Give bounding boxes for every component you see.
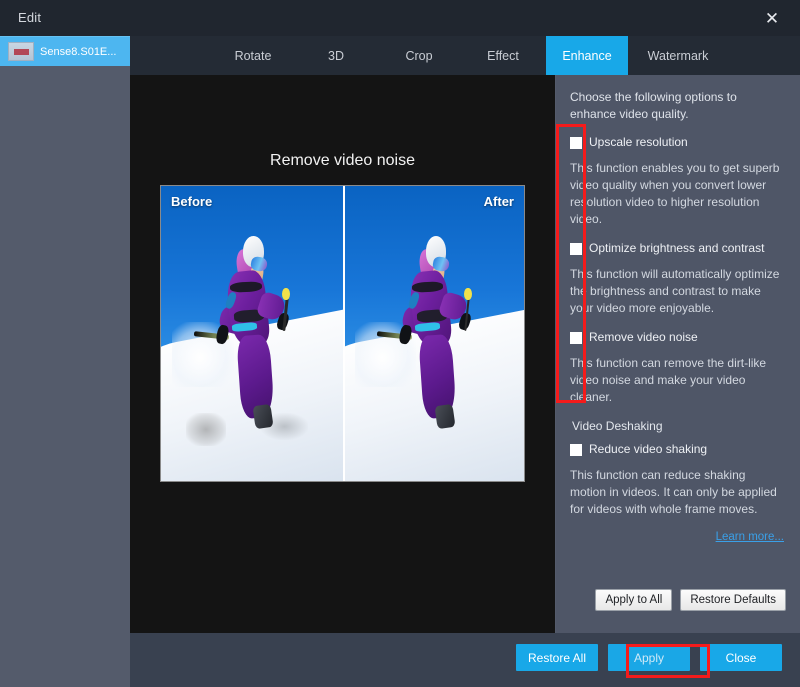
window-title: Edit: [18, 10, 42, 25]
skier-boot: [434, 404, 456, 430]
option-label: Reduce video shaking: [589, 442, 708, 456]
option-description-brightness: This function will automatically optimiz…: [570, 267, 780, 315]
video-thumbnail-icon: [8, 42, 34, 61]
learn-more-link[interactable]: Learn more...: [570, 531, 784, 543]
sidebar-item-file[interactable]: Sense8.S01E...: [0, 36, 130, 66]
option-upscale-resolution[interactable]: Upscale resolution: [570, 135, 784, 150]
option-description-upscale: This function enables you to get superb …: [570, 161, 780, 226]
option-label: Remove video noise: [589, 330, 698, 344]
edit-dialog: Edit ✕ Rotate 3D Crop Effect Enhance Wat…: [0, 0, 800, 687]
restore-all-button[interactable]: Restore All: [516, 644, 598, 671]
close-icon[interactable]: ✕: [752, 4, 792, 32]
footer-button-group: Restore All Apply Close: [516, 644, 782, 671]
preview-pane-before: Before: [161, 186, 343, 481]
title-bar: Edit ✕: [0, 0, 800, 36]
after-label: After: [483, 194, 514, 209]
panel-button-group: Apply to All Restore Defaults: [595, 589, 786, 611]
tab-rotate[interactable]: Rotate: [212, 36, 294, 75]
preview-pane-after: After: [342, 186, 524, 481]
preview-area: Remove video noise Before After: [130, 75, 555, 633]
restore-defaults-button[interactable]: Restore Defaults: [680, 589, 786, 611]
section-title-video-deshaking: Video Deshaking: [572, 419, 663, 433]
close-button[interactable]: Close: [700, 644, 782, 671]
tab-enhance[interactable]: Enhance: [546, 36, 628, 75]
checkbox-remove-video-noise[interactable]: [570, 332, 582, 344]
tab-crop[interactable]: Crop: [380, 36, 458, 75]
before-after-comparison: Before After: [160, 185, 525, 482]
option-label: Optimize brightness and contrast: [589, 241, 765, 255]
apply-button[interactable]: Apply: [608, 644, 690, 671]
checkbox-optimize-brightness-contrast[interactable]: [570, 243, 582, 255]
tab-watermark[interactable]: Watermark: [632, 36, 724, 75]
apply-to-all-button[interactable]: Apply to All: [595, 589, 673, 611]
option-optimize-brightness-contrast[interactable]: Optimize brightness and contrast: [570, 241, 784, 256]
skier-figure: [376, 236, 481, 443]
checkbox-upscale-resolution[interactable]: [570, 137, 582, 149]
enhance-options-panel: Choose the following options to enhance …: [556, 75, 800, 633]
before-label: Before: [171, 194, 213, 209]
option-description-noise: This function can remove the dirt-like v…: [570, 356, 767, 404]
ski-pole-grip: [282, 287, 290, 301]
tab-3d[interactable]: 3D: [300, 36, 372, 75]
file-name-label: Sense8.S01E...: [40, 45, 117, 58]
preview-title: Remove video noise: [270, 152, 415, 169]
option-description-deshaking: This function can reduce shaking motion …: [570, 468, 777, 516]
skier-figure: [193, 236, 298, 443]
footer-left-filler: [0, 633, 130, 687]
checkbox-reduce-video-shaking[interactable]: [570, 444, 582, 456]
skier-glove-left: [215, 323, 230, 345]
options-intro-text: Choose the following options to enhance …: [570, 90, 737, 121]
dialog-footer: Restore All Apply Close: [0, 633, 800, 687]
ski-pole-grip: [464, 287, 472, 301]
skier-glove-left: [398, 324, 413, 345]
tab-effect[interactable]: Effect: [464, 36, 542, 75]
option-label: Upscale resolution: [589, 135, 688, 149]
file-sidebar: Sense8.S01E...: [0, 36, 130, 633]
option-reduce-video-shaking[interactable]: Reduce video shaking: [570, 442, 784, 457]
skier-boot: [252, 404, 274, 430]
option-remove-video-noise[interactable]: Remove video noise: [570, 330, 784, 345]
